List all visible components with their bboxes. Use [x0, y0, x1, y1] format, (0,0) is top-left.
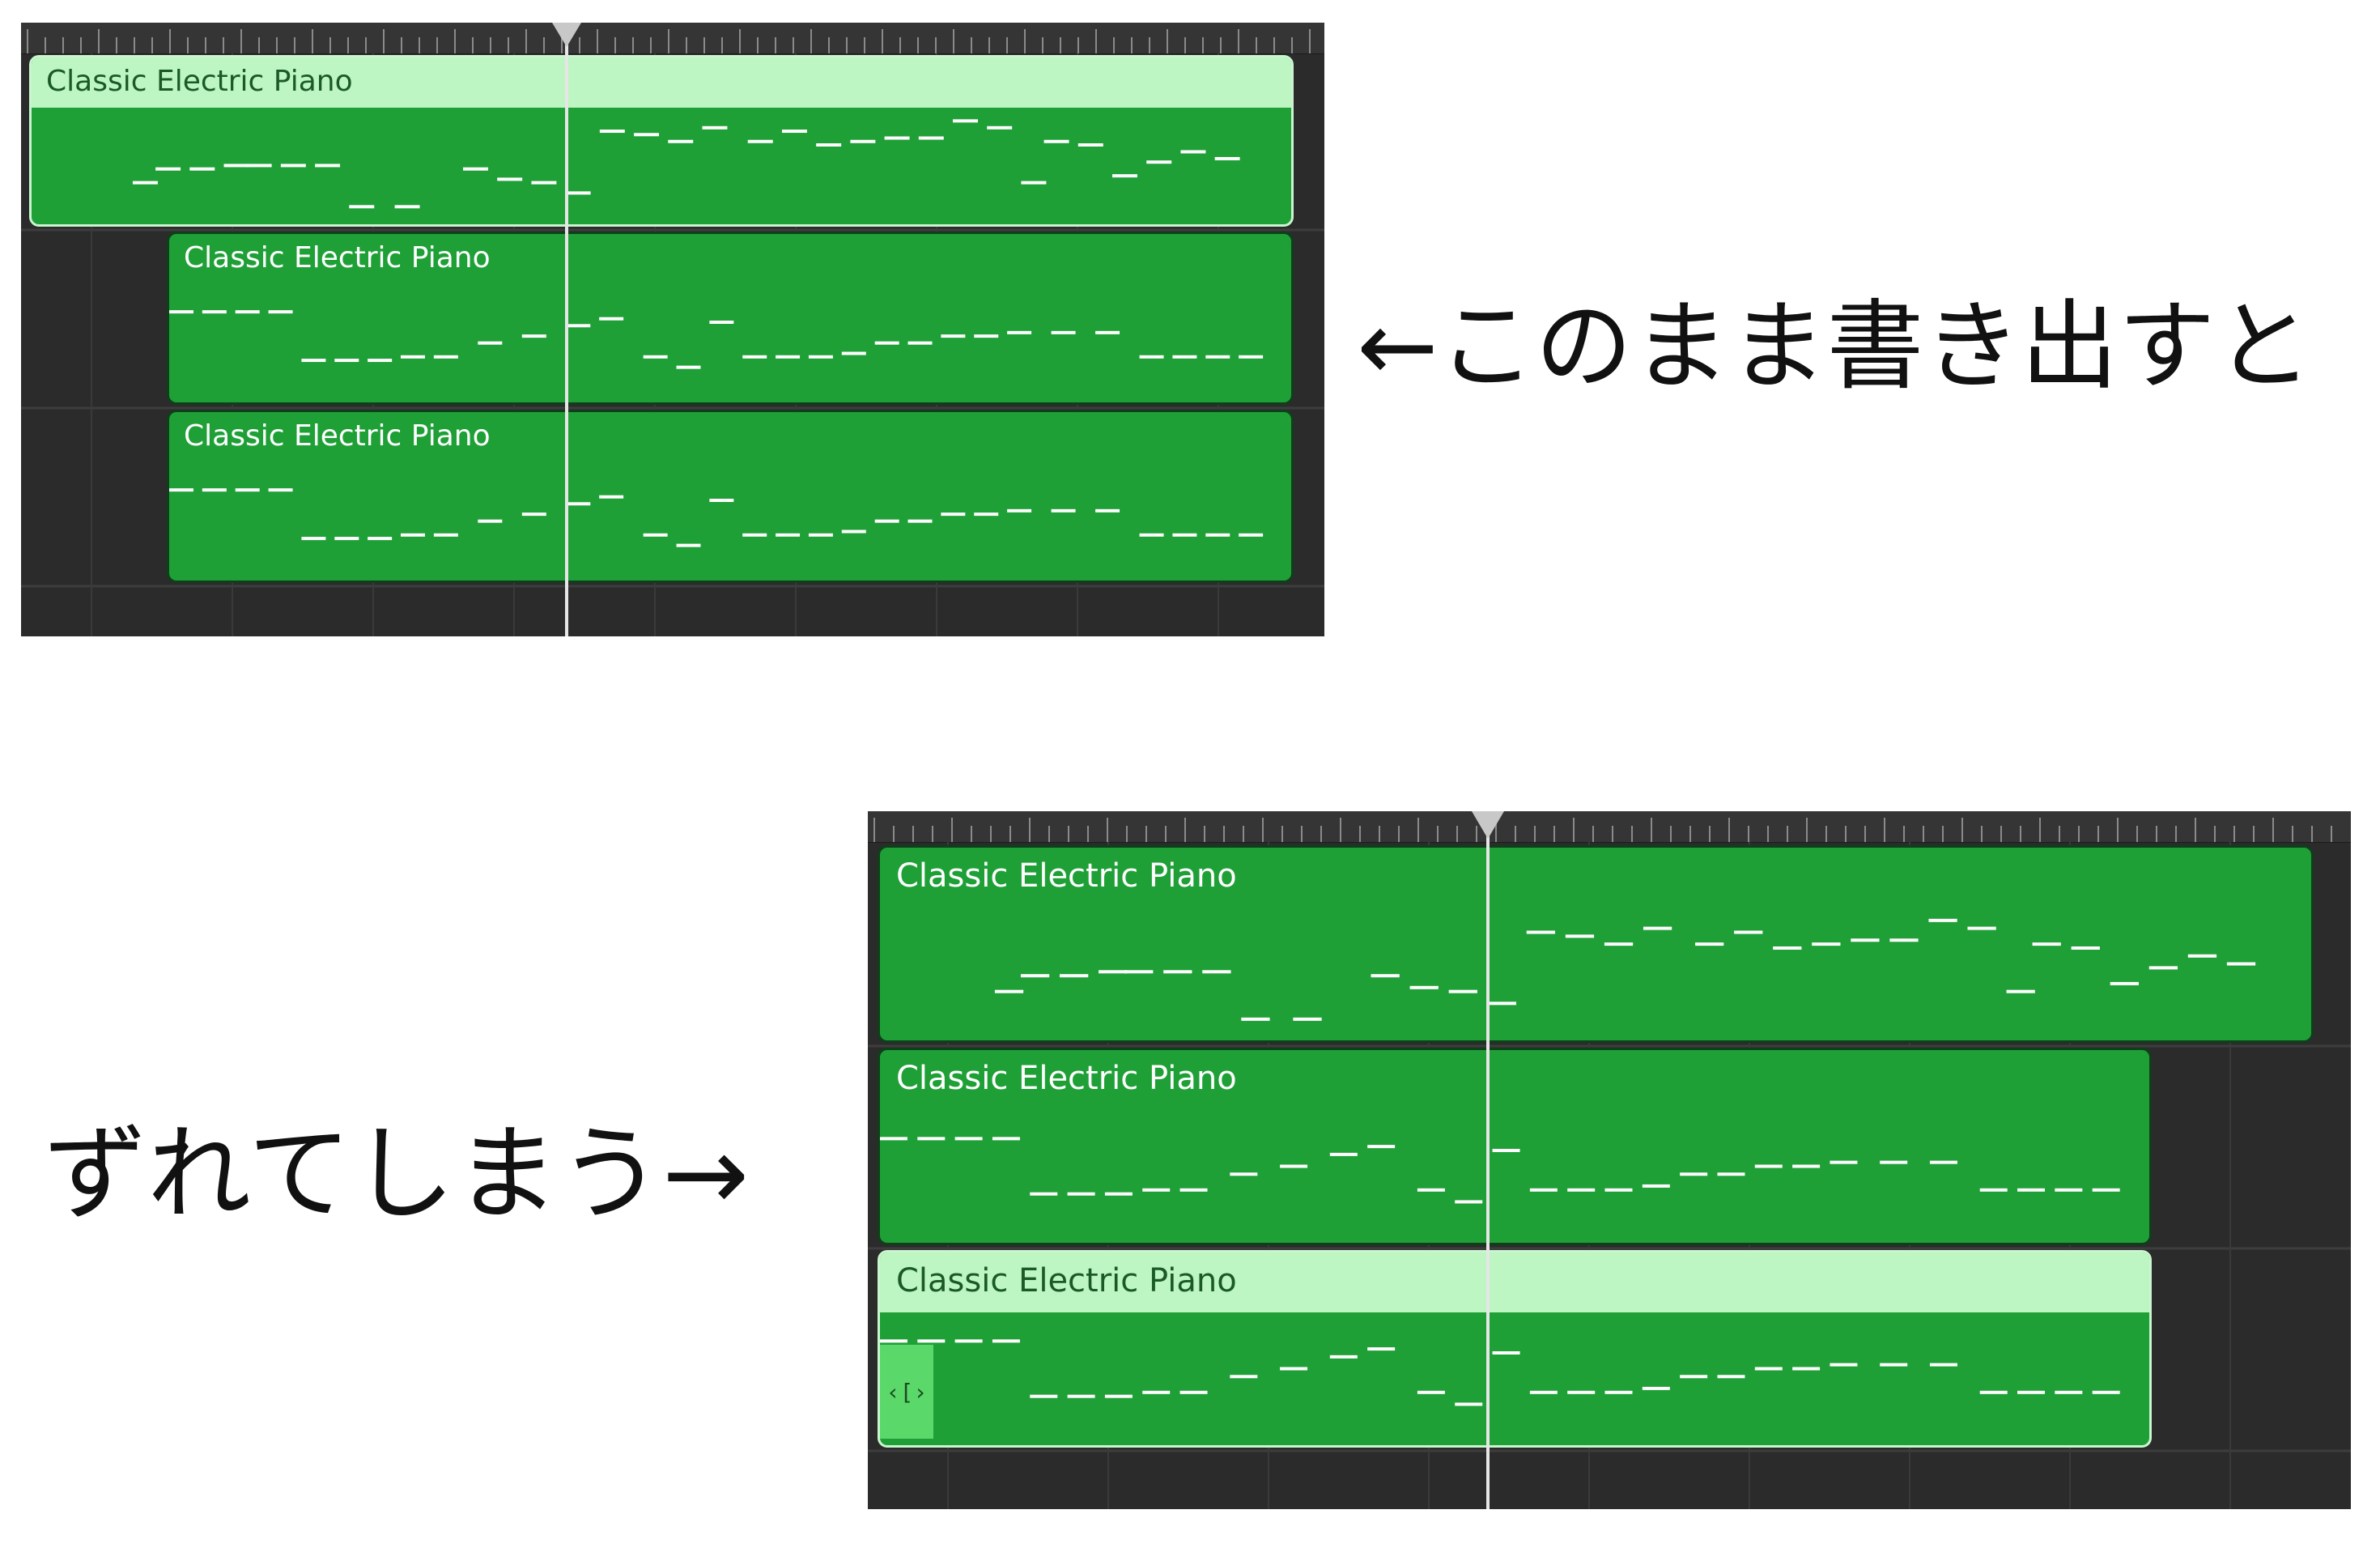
midi-notes — [880, 1339, 2120, 1406]
region-classic-electric-piano-3[interactable]: Classic Electric Piano — [167, 410, 1294, 583]
region-classic-electric-piano-2[interactable]: Classic Electric Piano — [167, 232, 1294, 405]
playhead-marker-icon[interactable] — [552, 23, 581, 52]
playhead-line[interactable] — [565, 23, 568, 636]
region-classic-electric-piano-3[interactable]: Classic Electric Piano ‹[› — [878, 1250, 2152, 1448]
caption-misaligned: ずれてしまう→ — [44, 1114, 750, 1235]
loop-handle[interactable]: ‹[› — [880, 1345, 933, 1439]
caption-export-as-is: ←このまま書き出すと — [1357, 291, 2313, 403]
playhead-line[interactable] — [1486, 811, 1490, 1509]
playhead-marker-icon[interactable] — [1472, 811, 1504, 844]
bottom-arrange-area: Classic Electric Piano Classic Electric … — [868, 811, 2351, 1509]
top-arrange-area: Classic Electric Piano Classic Electric … — [21, 23, 1324, 636]
midi-notes — [169, 488, 1264, 547]
region-classic-electric-piano-1[interactable]: Classic Electric Piano — [878, 845, 2314, 1043]
region-classic-electric-piano-2[interactable]: Classic Electric Piano — [878, 1048, 2152, 1245]
midi-notes — [132, 119, 1240, 209]
midi-notes — [169, 310, 1264, 369]
midi-notes — [994, 918, 2256, 1021]
region-classic-electric-piano-1[interactable]: Classic Electric Piano — [29, 55, 1294, 227]
midi-notes — [880, 1137, 2120, 1204]
